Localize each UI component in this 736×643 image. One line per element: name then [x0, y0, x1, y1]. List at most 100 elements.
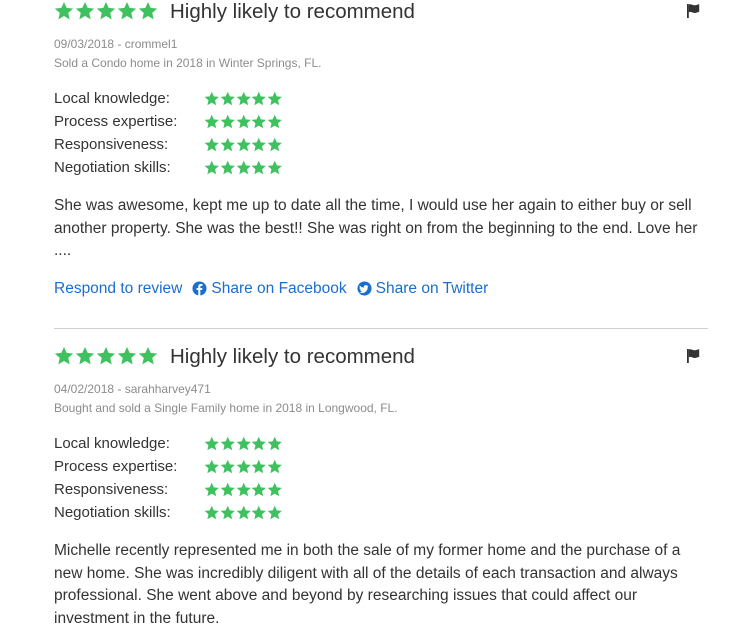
star-icon [236, 482, 252, 498]
rating-label: Local knowledge: [54, 90, 170, 107]
star-icon [204, 91, 220, 107]
star-icon [251, 137, 267, 153]
rating-row: Local knowledge: [54, 87, 708, 110]
review-headline: Highly likely to recommend [170, 345, 415, 368]
rating-label: Negotiation skills: [54, 504, 171, 521]
share-twitter-label: Share on Twitter [375, 279, 489, 297]
rating-label: Process expertise: [54, 113, 178, 130]
facebook-icon [192, 281, 207, 296]
share-facebook-link[interactable]: Share on Facebook [192, 279, 347, 298]
star-icon [220, 137, 236, 153]
star-icon [117, 1, 137, 21]
star-icon [267, 137, 283, 153]
star-icon [204, 160, 220, 176]
sub-ratings: Local knowledge: Process expertise: Resp… [54, 87, 708, 179]
review-card: Highly likely to recommend 09/03/2018 - … [54, 0, 708, 298]
rating-label: Negotiation skills: [54, 159, 171, 176]
star-icon [204, 482, 220, 498]
review-card: Highly likely to recommend 04/02/2018 - … [54, 334, 708, 630]
share-facebook-label: Share on Facebook [211, 279, 347, 297]
star-icon [267, 91, 283, 107]
review-transaction: Bought and sold a Single Family home in … [54, 401, 398, 415]
star-icon [236, 114, 252, 130]
star-icon [220, 459, 236, 475]
star-icon [236, 436, 252, 452]
rating-label: Local knowledge: [54, 435, 170, 452]
star-icon [236, 459, 252, 475]
star-icon [220, 91, 236, 107]
twitter-icon [357, 281, 372, 296]
rating-stars [204, 137, 283, 153]
star-icon [220, 160, 236, 176]
star-icon [236, 91, 252, 107]
rating-label: Process expertise: [54, 458, 178, 475]
review-transaction: Sold a Condo home in 2018 in Winter Spri… [54, 56, 322, 70]
flag-icon[interactable] [685, 348, 701, 364]
review-text: Michelle recently represented me in both… [54, 542, 681, 627]
star-icon [267, 160, 283, 176]
star-icon [54, 1, 74, 21]
star-icon [251, 160, 267, 176]
flag-icon[interactable] [685, 3, 701, 19]
review-divider [54, 328, 708, 329]
star-icon [220, 482, 236, 498]
star-icon [267, 436, 283, 452]
rating-row: Responsiveness: [54, 133, 708, 156]
star-icon [96, 346, 116, 366]
rating-stars [204, 436, 283, 452]
rating-stars [204, 91, 283, 107]
star-icon [204, 505, 220, 521]
rating-label: Responsiveness: [54, 136, 169, 153]
review-header: Highly likely to recommend [54, 334, 708, 380]
rating-row: Responsiveness: [54, 478, 708, 501]
rating-row: Process expertise: [54, 455, 708, 478]
review-text: She was awesome, kept me up to date all … [54, 197, 698, 259]
star-icon [138, 1, 158, 21]
star-icon [204, 137, 220, 153]
review-date-user: 04/02/2018 - sarahharvey471 [54, 382, 211, 396]
star-icon [267, 459, 283, 475]
rating-row: Process expertise: [54, 110, 708, 133]
sub-ratings: Local knowledge: Process expertise: Resp… [54, 432, 708, 524]
rating-row: Negotiation skills: [54, 501, 708, 524]
rating-stars [204, 505, 283, 521]
star-icon [236, 137, 252, 153]
star-icon [138, 346, 158, 366]
star-icon [251, 482, 267, 498]
review-headline: Highly likely to recommend [170, 0, 415, 23]
star-icon [251, 436, 267, 452]
star-icon [236, 160, 252, 176]
star-icon [236, 505, 252, 521]
star-icon [251, 91, 267, 107]
star-icon [75, 346, 95, 366]
rating-row: Negotiation skills: [54, 156, 708, 179]
star-icon [204, 114, 220, 130]
review-date-user: 09/03/2018 - crommel1 [54, 37, 178, 51]
star-icon [117, 346, 137, 366]
review-actions: Respond to review Share on Facebook Shar… [54, 280, 708, 298]
respond-to-review-link[interactable]: Respond to review [54, 280, 182, 298]
star-icon [267, 505, 283, 521]
rating-stars [204, 114, 283, 130]
star-icon [204, 436, 220, 452]
star-icon [267, 114, 283, 130]
rating-stars [204, 482, 283, 498]
overall-rating-stars [54, 1, 159, 21]
star-icon [204, 459, 220, 475]
rating-row: Local knowledge: [54, 432, 708, 455]
overall-rating-stars [54, 346, 159, 366]
review-header: Highly likely to recommend [54, 0, 708, 35]
share-twitter-link[interactable]: Share on Twitter [357, 279, 489, 298]
star-icon [220, 436, 236, 452]
star-icon [251, 114, 267, 130]
star-icon [54, 346, 74, 366]
star-icon [96, 1, 116, 21]
star-icon [251, 505, 267, 521]
rating-stars [204, 160, 283, 176]
star-icon [75, 1, 95, 21]
rating-label: Responsiveness: [54, 481, 169, 498]
star-icon [251, 459, 267, 475]
rating-stars [204, 459, 283, 475]
star-icon [220, 114, 236, 130]
star-icon [267, 482, 283, 498]
